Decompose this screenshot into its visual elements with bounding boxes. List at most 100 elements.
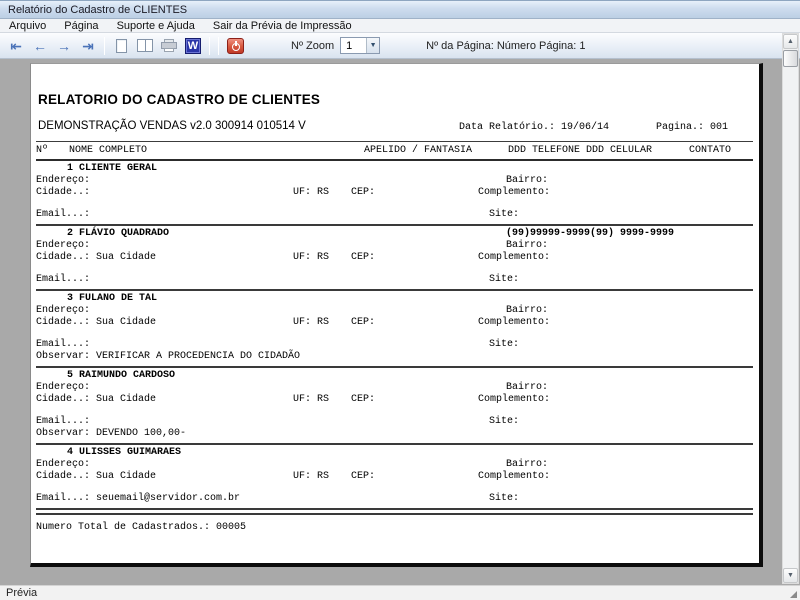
report-footer-total: Numero Total de Cadastrados.: 00005 bbox=[36, 522, 759, 533]
record-name: ULISSES GUIMARAES bbox=[79, 447, 181, 458]
menu-arquivo[interactable]: Arquivo bbox=[0, 19, 55, 33]
column-nome-completo: NOME COMPLETO bbox=[69, 145, 147, 156]
client-record: 4ULISSES GUIMARAESEndereço:Bairro:Cidade… bbox=[31, 447, 759, 505]
preview-area: RELATORIO DO CADASTRO DE CLIENTES DEMONS… bbox=[0, 60, 800, 585]
last-page-button[interactable]: ⇥ bbox=[77, 36, 99, 56]
cidade-value: Cidade..: Sua Cidade bbox=[36, 394, 156, 405]
uf-value: UF: RS bbox=[293, 471, 329, 482]
record-phone: (99)99999-9999(99) 9999-9999 bbox=[506, 228, 674, 239]
column-header-row: Nº NOME COMPLETO APELIDO / FANTASIA DDD … bbox=[31, 145, 759, 158]
record-number: 2 bbox=[57, 228, 73, 239]
email-value: Email...: bbox=[36, 274, 90, 285]
record-name: FLÁVIO QUADRADO bbox=[79, 228, 169, 239]
record-line: Cidade..: Sua CidadeUF: RSCEP:Complement… bbox=[31, 317, 759, 329]
record-line bbox=[31, 406, 759, 416]
report-subtitle: DEMONSTRAÇÃO VENDAS v2.0 300914 010514 V bbox=[38, 120, 306, 132]
chevron-down-icon: ▼ bbox=[366, 38, 379, 53]
last-page-icon: ⇥ bbox=[82, 39, 94, 53]
record-separator-rule bbox=[36, 443, 753, 445]
column-num: Nº bbox=[36, 145, 48, 156]
window-titlebar: Relatório do Cadastro de CLIENTES bbox=[0, 0, 800, 19]
column-apelido-fantasia: APELIDO / FANTASIA bbox=[364, 145, 472, 156]
record-line: Cidade..: Sua CidadeUF: RSCEP:Complement… bbox=[31, 471, 759, 483]
single-page-view-button[interactable] bbox=[110, 36, 132, 56]
bairro-label: Bairro: bbox=[506, 459, 548, 470]
record-separator-rule bbox=[36, 224, 753, 226]
record-line: Email...:Site: bbox=[31, 209, 759, 221]
record-line: Email...: Site: bbox=[31, 416, 759, 428]
scrollbar-thumb[interactable] bbox=[783, 50, 798, 67]
complemento-label: Complemento: bbox=[478, 187, 550, 198]
record-line: Observar: DEVENDO 100,00- bbox=[31, 428, 759, 440]
scroll-down-button[interactable]: ▼ bbox=[783, 568, 798, 583]
endereco-label: Endereço: bbox=[36, 175, 90, 186]
word-icon: W bbox=[185, 38, 201, 54]
status-text: Prévia bbox=[6, 587, 37, 599]
menu-bar: Arquivo Página Suporte e Ajuda Sair da P… bbox=[0, 19, 800, 33]
toolbar-separator bbox=[209, 37, 210, 55]
record-line: 2 FLÁVIO QUADRADO (99)99999-9999(99) 9999-… bbox=[31, 228, 759, 240]
first-page-button[interactable]: ⇤ bbox=[5, 36, 27, 56]
observar-value: Observar: DEVENDO 100,00- bbox=[36, 428, 186, 439]
first-page-icon: ⇤ bbox=[10, 39, 22, 53]
zoom-value: 1 bbox=[341, 40, 366, 52]
cidade-value: Cidade..: bbox=[36, 187, 90, 198]
menu-pagina[interactable]: Página bbox=[55, 19, 107, 33]
bairro-label: Bairro: bbox=[506, 305, 548, 316]
record-number: 5 bbox=[57, 370, 73, 381]
page-info-label: Nº da Página: Número Página: 1 bbox=[426, 40, 585, 52]
record-line bbox=[31, 199, 759, 209]
record-separator-rule bbox=[36, 513, 753, 515]
close-preview-button[interactable] bbox=[224, 36, 246, 56]
scroll-up-button[interactable]: ▲ bbox=[783, 34, 798, 49]
previous-page-button[interactable]: ← bbox=[29, 36, 51, 56]
resize-grip-icon[interactable] bbox=[790, 591, 797, 598]
complemento-label: Complemento: bbox=[478, 394, 550, 405]
record-line: 3FULANO DE TAL bbox=[31, 293, 759, 305]
record-line: Email...:Site: bbox=[31, 339, 759, 351]
status-bar: Prévia bbox=[0, 585, 800, 600]
zoom-dropdown[interactable]: 1 ▼ bbox=[340, 37, 380, 54]
client-record: 2 FLÁVIO QUADRADO (99)99999-9999(99) 9999-… bbox=[31, 228, 759, 286]
email-value: Email...: seuemail@servidor.com.br bbox=[36, 493, 240, 504]
two-page-view-button[interactable] bbox=[134, 36, 156, 56]
print-button[interactable] bbox=[158, 36, 180, 56]
record-number: 1 bbox=[57, 163, 73, 174]
next-page-button[interactable]: → bbox=[53, 36, 75, 56]
cep-label: CEP: bbox=[351, 252, 375, 263]
menu-suporte-ajuda[interactable]: Suporte e Ajuda bbox=[108, 19, 204, 33]
record-line bbox=[31, 264, 759, 274]
bairro-label: Bairro: bbox=[506, 382, 548, 393]
cep-label: CEP: bbox=[351, 394, 375, 405]
record-line: 4ULISSES GUIMARAES bbox=[31, 447, 759, 459]
complemento-label: Complemento: bbox=[478, 471, 550, 482]
site-label: Site: bbox=[489, 274, 519, 285]
client-record: 1CLIENTE GERALEndereço:Bairro:Cidade..:U… bbox=[31, 163, 759, 221]
column-header-rule bbox=[36, 159, 753, 161]
record-line bbox=[31, 329, 759, 339]
record-line: Cidade..:UF: RSCEP:Complemento: bbox=[31, 187, 759, 199]
column-telefones: DDD TELEFONE DDD CELULAR bbox=[508, 145, 652, 156]
cep-label: CEP: bbox=[351, 187, 375, 198]
vertical-scrollbar[interactable]: ▲ ▼ bbox=[782, 33, 799, 584]
previous-page-icon: ← bbox=[33, 39, 47, 53]
record-line: Observar: VERIFICAR A PROCEDENCIA DO CID… bbox=[31, 351, 759, 363]
record-name: FULANO DE TAL bbox=[79, 293, 157, 304]
uf-value: UF: RS bbox=[293, 394, 329, 405]
endereco-label: Endereço: bbox=[36, 382, 90, 393]
email-value: Email...: bbox=[36, 416, 90, 427]
menu-sair-previa[interactable]: Sair da Prévia de Impressão bbox=[204, 19, 361, 33]
site-label: Site: bbox=[489, 416, 519, 427]
printer-icon bbox=[161, 39, 177, 52]
record-separator-rule bbox=[36, 508, 753, 510]
record-line: Endereço:Bairro: bbox=[31, 459, 759, 471]
export-word-button[interactable]: W bbox=[182, 36, 204, 56]
record-line: Cidade..: Sua Cidade UF: RS CEP: Complement… bbox=[31, 394, 759, 406]
record-line: Endereço: Bairro: bbox=[31, 382, 759, 394]
record-line: Endereço:Bairro: bbox=[31, 305, 759, 317]
bairro-label: Bairro: bbox=[506, 240, 548, 251]
report-page-number: Pagina.: 001 bbox=[656, 122, 728, 133]
cidade-value: Cidade..: Sua Cidade bbox=[36, 471, 156, 482]
record-line bbox=[31, 483, 759, 493]
column-contato: CONTATO bbox=[689, 145, 731, 156]
